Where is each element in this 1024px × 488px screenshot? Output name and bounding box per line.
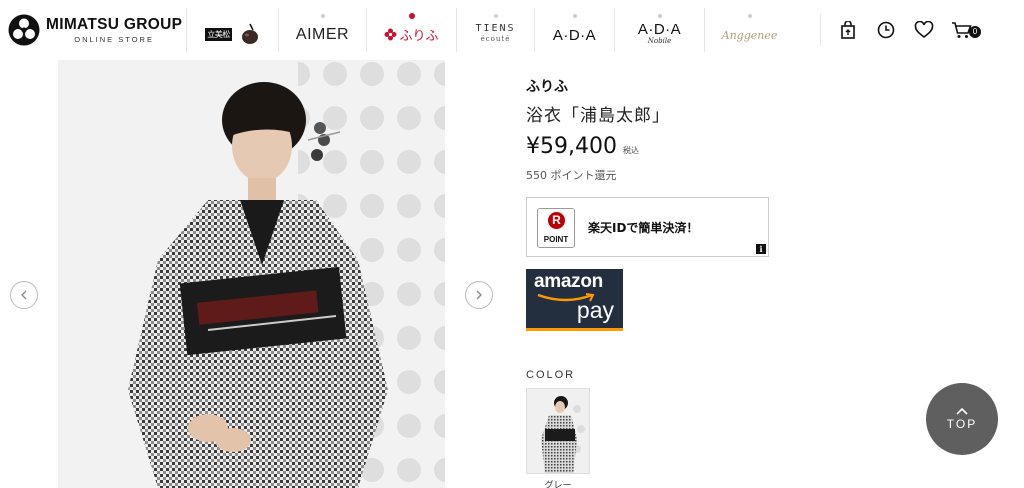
product-price: ¥59,400: [526, 134, 617, 159]
header-icons: 0: [820, 14, 981, 46]
gallery-next-button[interactable]: [465, 281, 493, 309]
brand-anggenee-label: Anggenee: [721, 28, 778, 42]
brand-pot-icon: [241, 23, 258, 44]
history-icon: [877, 21, 895, 39]
back-to-top-button[interactable]: TOP: [926, 383, 998, 455]
color-swatch-name: グレー: [544, 481, 572, 488]
furifu-flower-icon: [384, 28, 397, 40]
amazon-pay-button[interactable]: amazon pay: [526, 269, 623, 331]
site-logo[interactable]: MIMATSU GROUP ONLINE STORE: [8, 14, 182, 46]
brand-ada-label: A·D·A: [552, 26, 597, 44]
amazon-wordmark: amazon: [534, 271, 603, 292]
brand-link-tachibana[interactable]: 立美松: [186, 8, 278, 52]
logo-subtitle: ONLINE STORE: [74, 34, 154, 44]
site-header: MIMATSU GROUP ONLINE STORE 立美松 AIMER ふりふ…: [0, 0, 1024, 60]
brand-active-dot: [408, 13, 415, 19]
favorite-button[interactable]: [905, 14, 943, 46]
brand-indicator-dot: [320, 14, 325, 18]
brand-nav: 立美松 AIMER ふりふ TIENS écouté A·D·A A·D·A N…: [186, 8, 794, 52]
color-swatch-gray[interactable]: [526, 388, 590, 474]
brand-link-ada[interactable]: A·D·A: [534, 8, 614, 52]
back-to-top-label: TOP: [946, 417, 978, 431]
brand-link-tiens[interactable]: TIENS écouté: [456, 8, 534, 52]
cart-button[interactable]: 0: [943, 14, 981, 46]
brand-furifu-label: ふりふ: [399, 28, 439, 44]
product-title: 浴衣「浦島太郎」: [526, 106, 670, 126]
brand-link-furifu[interactable]: ふりふ: [366, 8, 456, 52]
store-icon: [841, 21, 855, 39]
brand-tachibana-mark: 立美松: [205, 27, 232, 41]
color-section-label: COLOR: [526, 369, 576, 381]
brand-link-ada-nobile[interactable]: A·D·A Nobile: [614, 8, 704, 52]
product-main-image[interactable]: [58, 60, 445, 488]
favorite-icon: [914, 21, 934, 39]
brand-ada-nobile-sub: Nobile: [647, 36, 672, 45]
brand-link-anggenee[interactable]: Anggenee: [704, 8, 794, 52]
chevron-up-icon: [956, 407, 968, 415]
chevron-left-icon: [21, 290, 27, 300]
kimono-model-photo: [58, 60, 445, 488]
brand-ada-nobile-label: A·D·A: [637, 20, 682, 38]
info-icon[interactable]: i: [756, 244, 766, 254]
tax-included-label: 税込: [622, 146, 639, 155]
brand-link-aimer[interactable]: AIMER: [278, 8, 366, 52]
brand-indicator-dot: [747, 14, 752, 18]
product-brand-link[interactable]: ふりふ: [526, 76, 786, 96]
points-reward: 550 ポイント還元: [526, 169, 617, 182]
swatch-thumbnail-image: [527, 389, 589, 473]
brand-indicator-dot: [493, 14, 498, 18]
rakuten-point-badge: R POINT: [537, 208, 575, 248]
product-info: ふりふ 浴衣「浦島太郎」 ¥59,400 税込 550 ポイント還元: [526, 76, 786, 183]
rakuten-pay-text: 楽天IDで簡単決済！: [588, 221, 699, 235]
brand-indicator-dot: [572, 14, 577, 18]
mimatsu-logo-icon: [8, 14, 40, 46]
brand-indicator-dot: [657, 14, 662, 18]
brand-tiens-sub: écouté: [480, 34, 511, 43]
rakuten-r-icon: R: [548, 212, 565, 229]
gallery-prev-button[interactable]: [10, 281, 38, 309]
amazon-pay-word: pay: [576, 297, 614, 323]
history-button[interactable]: [867, 14, 905, 46]
logo-title: MIMATSU GROUP: [46, 16, 183, 33]
price-row: ¥59,400 税込: [526, 134, 786, 159]
chevron-right-icon: [476, 290, 482, 300]
rakuten-point-label: POINT: [543, 235, 569, 244]
cart-count-badge: 0: [969, 26, 981, 38]
brand-tiens-label: TIENS: [475, 22, 516, 34]
rakuten-pay-button[interactable]: R POINT 楽天IDで簡単決済！ i: [526, 197, 769, 257]
store-button[interactable]: [829, 14, 867, 46]
brand-aimer-label: AIMER: [295, 26, 350, 43]
